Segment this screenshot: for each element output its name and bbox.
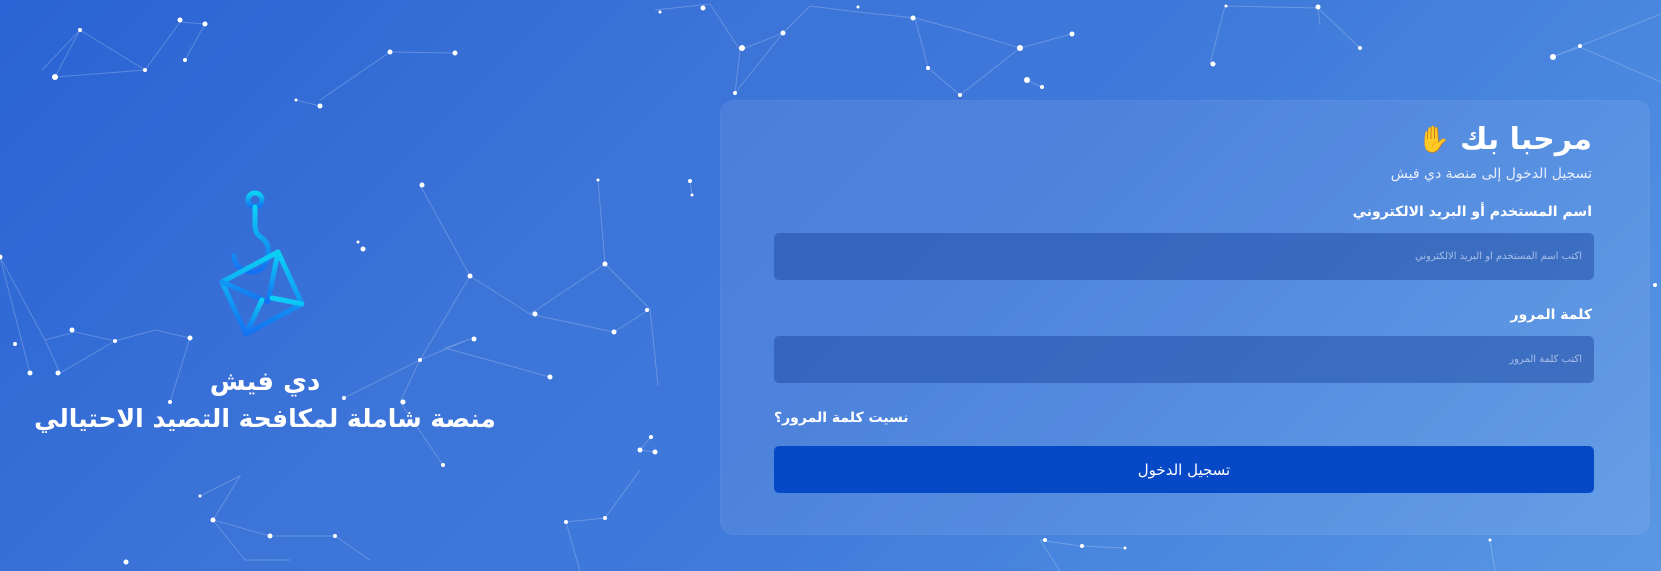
waving-hand-icon: ✋ bbox=[1417, 124, 1450, 155]
login-page: دي فيش منصة شاملة لمكافحة التصيد الاحتيا… bbox=[0, 0, 1661, 571]
login-button[interactable]: تسجيل الدخول bbox=[774, 446, 1594, 493]
welcome-heading: مرحبا بك ✋ bbox=[1418, 122, 1592, 157]
login-subtitle: تسجيل الدخول إلى منصة دي فيش bbox=[1390, 166, 1592, 182]
welcome-text: مرحبا بك bbox=[1459, 122, 1592, 157]
brand-section: دي فيش منصة شاملة لمكافحة التصيد الاحتيا… bbox=[30, 190, 500, 438]
password-input[interactable] bbox=[774, 336, 1594, 383]
forgot-password-link[interactable]: نسيت كلمة المرور؟ bbox=[774, 410, 909, 426]
password-label: كلمة المرور bbox=[1510, 307, 1592, 323]
username-label: اسم المستخدم أو البريد الالكتروني bbox=[1352, 204, 1592, 220]
phishing-hook-envelope-icon bbox=[219, 190, 305, 337]
brand-tagline: منصة شاملة لمكافحة التصيد الاحتيالي bbox=[34, 404, 496, 433]
login-panel: مرحبا بك ✋ تسجيل الدخول إلى منصة دي فيش … bbox=[720, 100, 1650, 535]
username-input[interactable] bbox=[774, 233, 1594, 280]
brand-name: دي فيش bbox=[209, 367, 321, 397]
